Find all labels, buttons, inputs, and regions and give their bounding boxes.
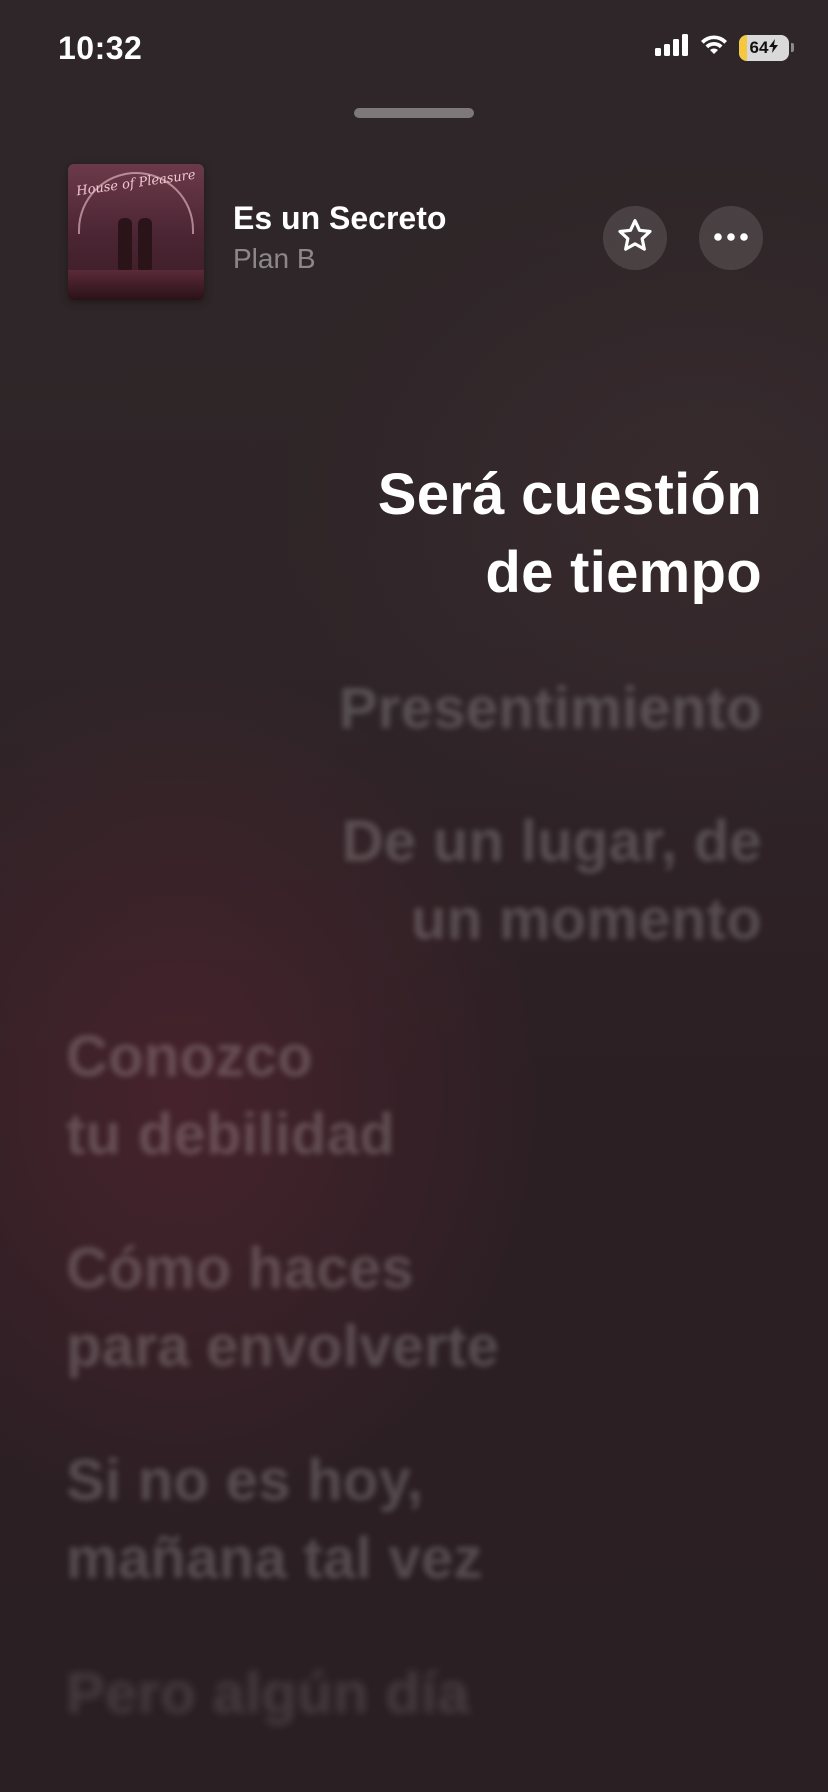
lyric-line[interactable]: Conozco tu debilidad — [66, 1018, 395, 1174]
status-time: 10:32 — [58, 30, 143, 66]
lyric-text: Pero algún día — [66, 1661, 470, 1726]
more-options-button[interactable] — [699, 206, 763, 270]
lyric-text: Conozco — [66, 1024, 313, 1089]
lyric-line-active[interactable]: Será cuestión de tiempo — [378, 456, 762, 612]
lyric-text: para envolverte — [66, 1314, 500, 1379]
battery-percent: 64 — [749, 37, 769, 57]
lyric-text: De un lugar, de — [341, 809, 762, 874]
lyric-text: tu debilidad — [66, 1102, 396, 1167]
sheet-grabber[interactable] — [354, 108, 474, 118]
lyric-line[interactable]: Cómo haces para envolverte — [66, 1230, 499, 1386]
charging-bolt-icon — [769, 38, 779, 58]
wifi-icon — [699, 34, 729, 61]
lyric-line[interactable]: Presentimiento — [339, 670, 762, 748]
lyric-line[interactable]: Si no es hoy, mañana tal vez — [66, 1442, 483, 1598]
lyric-text: un momento — [411, 887, 762, 952]
battery-cap — [791, 43, 794, 52]
artwork-figure — [138, 218, 152, 270]
lyric-text: Presentimiento — [338, 676, 762, 741]
star-icon — [615, 216, 655, 261]
lyric-text: de tiempo — [485, 540, 762, 605]
lyric-text: Si no es hoy, — [66, 1448, 424, 1513]
lyric-text: Cómo haces — [66, 1236, 414, 1301]
artwork-figure — [118, 218, 132, 270]
battery-indicator: 64 — [739, 34, 789, 61]
status-bar: 10:32 64 — [0, 0, 828, 100]
status-icons: 64 — [655, 34, 794, 61]
artwork-stage — [68, 270, 204, 300]
song-title[interactable]: Es un Secreto — [233, 200, 446, 237]
battery-level — [739, 34, 747, 61]
lyric-line[interactable]: De un lugar, de un momento — [342, 803, 762, 959]
lyric-text: Será cuestión — [377, 462, 762, 527]
album-artwork[interactable]: House of Pleasure — [68, 164, 204, 300]
cellular-signal-icon — [655, 34, 689, 61]
lyric-text: mañana tal vez — [66, 1526, 483, 1591]
lyric-line[interactable]: Pero algún día — [66, 1655, 470, 1733]
artist-name[interactable]: Plan B — [233, 243, 316, 275]
ellipsis-icon — [713, 229, 749, 247]
favorite-button[interactable] — [603, 206, 667, 270]
